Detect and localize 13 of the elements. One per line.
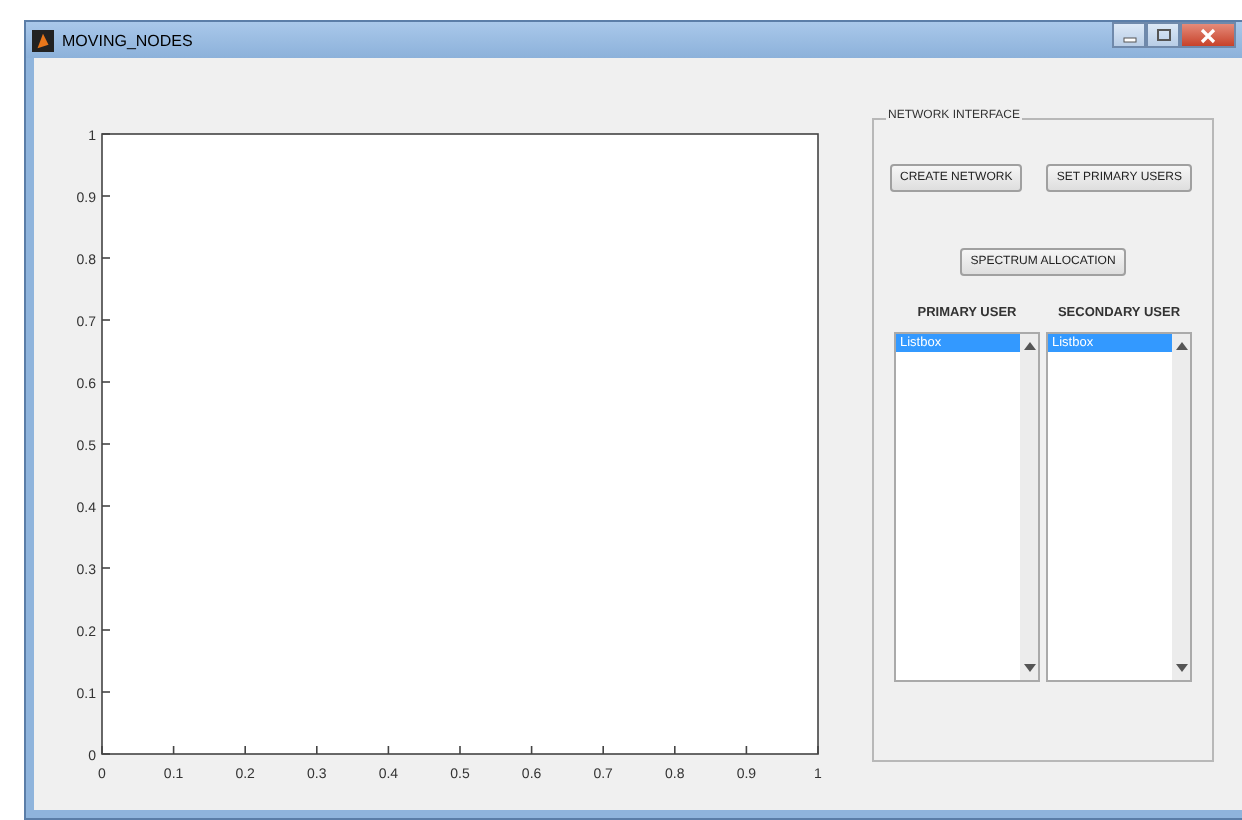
maximize-icon	[1153, 27, 1173, 43]
close-button[interactable]	[1180, 22, 1236, 48]
minimize-button[interactable]	[1112, 22, 1146, 48]
scroll-up-icon[interactable]	[1175, 342, 1187, 350]
scroll-down-icon[interactable]	[1175, 664, 1187, 672]
scroll-up-icon[interactable]	[1023, 342, 1035, 350]
maximize-button[interactable]	[1146, 22, 1180, 48]
window-title: MOVING_NODES	[62, 31, 193, 49]
scroll-bar[interactable]	[1020, 334, 1038, 680]
scroll-bar[interactable]	[1172, 334, 1190, 680]
close-icon	[1198, 27, 1218, 43]
app-icon	[32, 29, 54, 51]
scroll-down-icon[interactable]	[1023, 664, 1035, 672]
